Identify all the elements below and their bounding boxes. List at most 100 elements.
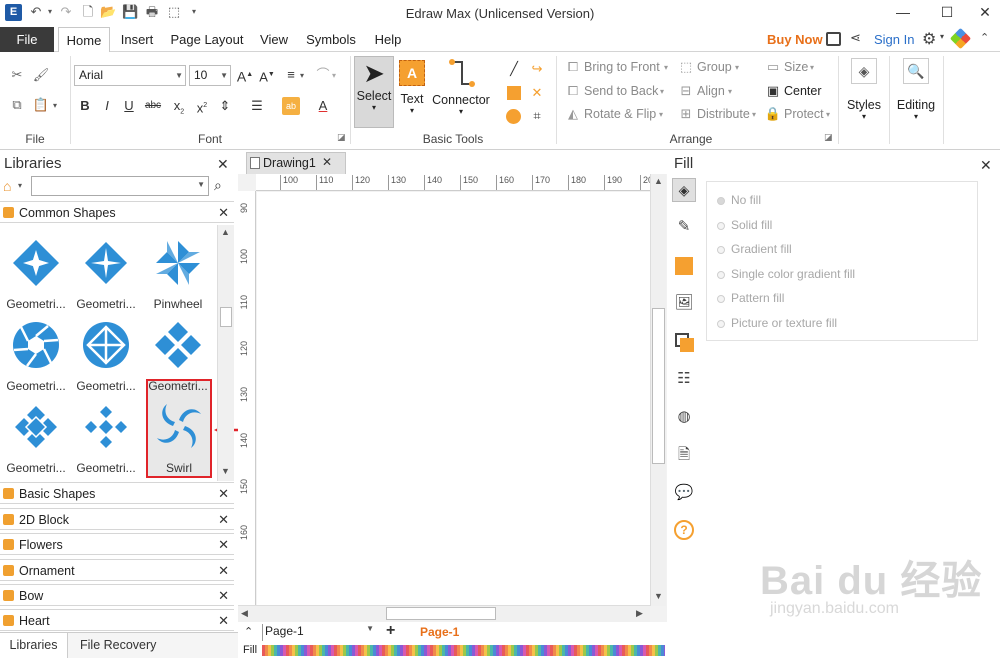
scroll-down-icon[interactable]: ▼ <box>221 466 230 476</box>
fill-option-solid-fill[interactable]: Solid fill <box>717 218 772 232</box>
library-section-close-icon[interactable]: ✕ <box>218 205 229 221</box>
align-dropdown-icon[interactable]: ▾ <box>728 87 732 96</box>
active-page-tab[interactable]: Page-1 <box>420 625 459 639</box>
cart-icon[interactable] <box>826 32 841 46</box>
tab-insert[interactable]: Insert <box>114 27 160 52</box>
arc-tool-icon[interactable]: ↪ <box>528 60 546 78</box>
distribute-icon[interactable]: ⊞ <box>677 105 695 123</box>
library-section-common-shapes[interactable]: Common Shapes ✕ <box>0 201 234 223</box>
paste-icon[interactable]: 📋 <box>32 96 50 114</box>
document-tab[interactable]: Drawing1 ✕ <box>246 152 346 174</box>
library-section-bow[interactable]: Bow ✕ <box>0 584 234 606</box>
rotate-flip-dropdown-icon[interactable]: ▾ <box>659 110 663 119</box>
bring-to-front-dropdown-icon[interactable]: ▾ <box>664 63 668 72</box>
font-size-select[interactable]: 10 ▼ <box>189 65 231 86</box>
cross-tool-icon[interactable]: ✕ <box>528 84 546 102</box>
bring-to-front-icon[interactable]: ⧠ <box>564 58 582 76</box>
library-section-close-icon[interactable]: ✕ <box>218 588 229 604</box>
tab-file[interactable]: File <box>0 27 54 52</box>
library-home-dropdown-icon[interactable]: ▾ <box>18 181 22 190</box>
minimize-icon[interactable]: — <box>880 0 926 26</box>
hyperlink-globe-icon[interactable]: ◍ <box>672 406 696 430</box>
font-dialog-launcher-icon[interactable]: ◪ <box>337 132 346 143</box>
size-button[interactable]: Size <box>784 60 808 74</box>
settings-gear-icon[interactable]: ⚙ <box>922 29 936 49</box>
cut-icon[interactable]: ✂ <box>8 66 26 84</box>
line-spacing-dropdown-icon[interactable]: ▾ <box>332 71 336 80</box>
scroll-right-icon[interactable]: ▶ <box>636 608 643 619</box>
color-palette-strip[interactable] <box>262 645 665 656</box>
library-section-ornament[interactable]: Ornament ✕ <box>0 559 234 581</box>
library-section-flowers[interactable]: Flowers ✕ <box>0 533 234 555</box>
collapse-ribbon-icon[interactable]: ⌃ <box>980 31 989 44</box>
subscript-icon[interactable]: x2 <box>170 97 188 116</box>
library-shape[interactable]: Geometri... <box>142 316 214 398</box>
fill-option-gradient-fill[interactable]: Gradient fill <box>717 242 792 256</box>
send-to-back-dropdown-icon[interactable]: ▾ <box>660 87 664 96</box>
search-icon[interactable]: ⌕ <box>214 177 222 194</box>
scroll-left-icon[interactable]: ◀ <box>241 608 248 619</box>
drawing-page[interactable] <box>257 192 651 605</box>
close-icon[interactable]: ✕ <box>962 0 1000 26</box>
canvas-vertical-scrollbar[interactable]: ▲ ▼ <box>650 174 666 606</box>
library-shape[interactable]: Pinwheel <box>142 234 214 316</box>
font-color-icon[interactable]: A <box>314 97 332 115</box>
library-section-heart[interactable]: Heart ✕ <box>0 609 234 631</box>
library-section-close-icon[interactable]: ✕ <box>218 486 229 502</box>
tab-libraries[interactable]: Libraries <box>0 633 68 658</box>
format-painter-icon[interactable]: 🖌 <box>32 66 50 84</box>
protect-dropdown-icon[interactable]: ▾ <box>826 110 830 119</box>
line-tool-icon[interactable]: ╱ <box>505 60 523 78</box>
underline-icon[interactable]: U <box>120 97 138 115</box>
library-section-close-icon[interactable]: ✕ <box>218 613 229 629</box>
superscript-icon[interactable]: x2 <box>193 97 211 115</box>
library-shape[interactable]: Geometri... <box>0 316 72 398</box>
fill-option-picture-texture[interactable]: Picture or texture fill <box>717 316 837 330</box>
arrange-dialog-launcher-icon[interactable]: ◪ <box>824 132 833 143</box>
buy-now-link[interactable]: Buy Now <box>767 32 823 47</box>
size-dropdown-icon[interactable]: ▾ <box>810 63 814 72</box>
connector-tool-button[interactable]: Connector ▾ <box>430 56 492 128</box>
share-icon[interactable]: ⋖ <box>850 30 861 46</box>
fill-option-no-fill[interactable]: No fill <box>717 193 761 207</box>
styles-button[interactable]: ◈ Styles ▾ <box>843 58 885 130</box>
line-spacing-icon[interactable]: ⌒ <box>314 66 332 84</box>
canvas-horizontal-scrollbar[interactable]: ◀ ▶ <box>238 605 650 622</box>
sign-in-link[interactable]: Sign In <box>874 32 914 47</box>
shadow-square-icon[interactable] <box>672 254 696 278</box>
bullet-list-icon[interactable]: ☰ <box>248 97 266 115</box>
data-list-icon[interactable]: ☷ <box>672 368 696 392</box>
page-select[interactable]: Page-1 ▼ <box>262 624 374 641</box>
tab-help[interactable]: Help <box>368 27 408 52</box>
font-family-select[interactable]: Arial ▼ <box>74 65 186 86</box>
library-section-close-icon[interactable]: ✕ <box>218 512 229 528</box>
settings-dropdown-icon[interactable]: ▾ <box>940 32 944 41</box>
align-button[interactable]: Align <box>697 84 725 98</box>
add-page-icon[interactable]: + <box>386 622 395 640</box>
text-tool-button[interactable]: A Text ▾ <box>396 56 428 128</box>
send-to-back-button[interactable]: Send to Back <box>584 84 658 98</box>
distribute-dropdown-icon[interactable]: ▾ <box>752 110 756 119</box>
center-icon[interactable]: ▣ <box>764 82 782 100</box>
fill-option-single-color-gradient[interactable]: Single color gradient fill <box>717 267 855 281</box>
fill-panel-close-icon[interactable]: ✕ <box>980 157 992 174</box>
paste-dropdown-icon[interactable]: ▾ <box>53 101 57 110</box>
library-scroll-thumb[interactable] <box>220 307 232 327</box>
italic-icon[interactable]: I <box>98 97 116 115</box>
increase-font-icon[interactable]: A▲ <box>236 66 254 85</box>
group-dropdown-icon[interactable]: ▾ <box>735 63 739 72</box>
center-button[interactable]: Center <box>784 84 822 98</box>
size-icon[interactable]: ▭ <box>764 58 782 76</box>
fill-option-pattern-fill[interactable]: Pattern fill <box>717 291 784 305</box>
scroll-up-icon[interactable]: ▲ <box>654 176 663 186</box>
library-shape-swirl[interactable]: Swirl <box>143 398 215 480</box>
tab-symbols[interactable]: Symbols <box>300 27 362 52</box>
library-section-2d-block[interactable]: 2D Block ✕ <box>0 508 234 530</box>
layers-icon[interactable] <box>672 330 696 354</box>
comment-icon[interactable]: 💬 <box>672 482 696 506</box>
ellipse-tool-icon[interactable] <box>506 109 521 124</box>
document-tab-close-icon[interactable]: ✕ <box>322 155 332 169</box>
bring-to-front-button[interactable]: Bring to Front <box>584 60 660 74</box>
tab-view[interactable]: View <box>254 27 294 52</box>
select-tool-button[interactable]: ➤ Select ▾ <box>354 56 394 128</box>
